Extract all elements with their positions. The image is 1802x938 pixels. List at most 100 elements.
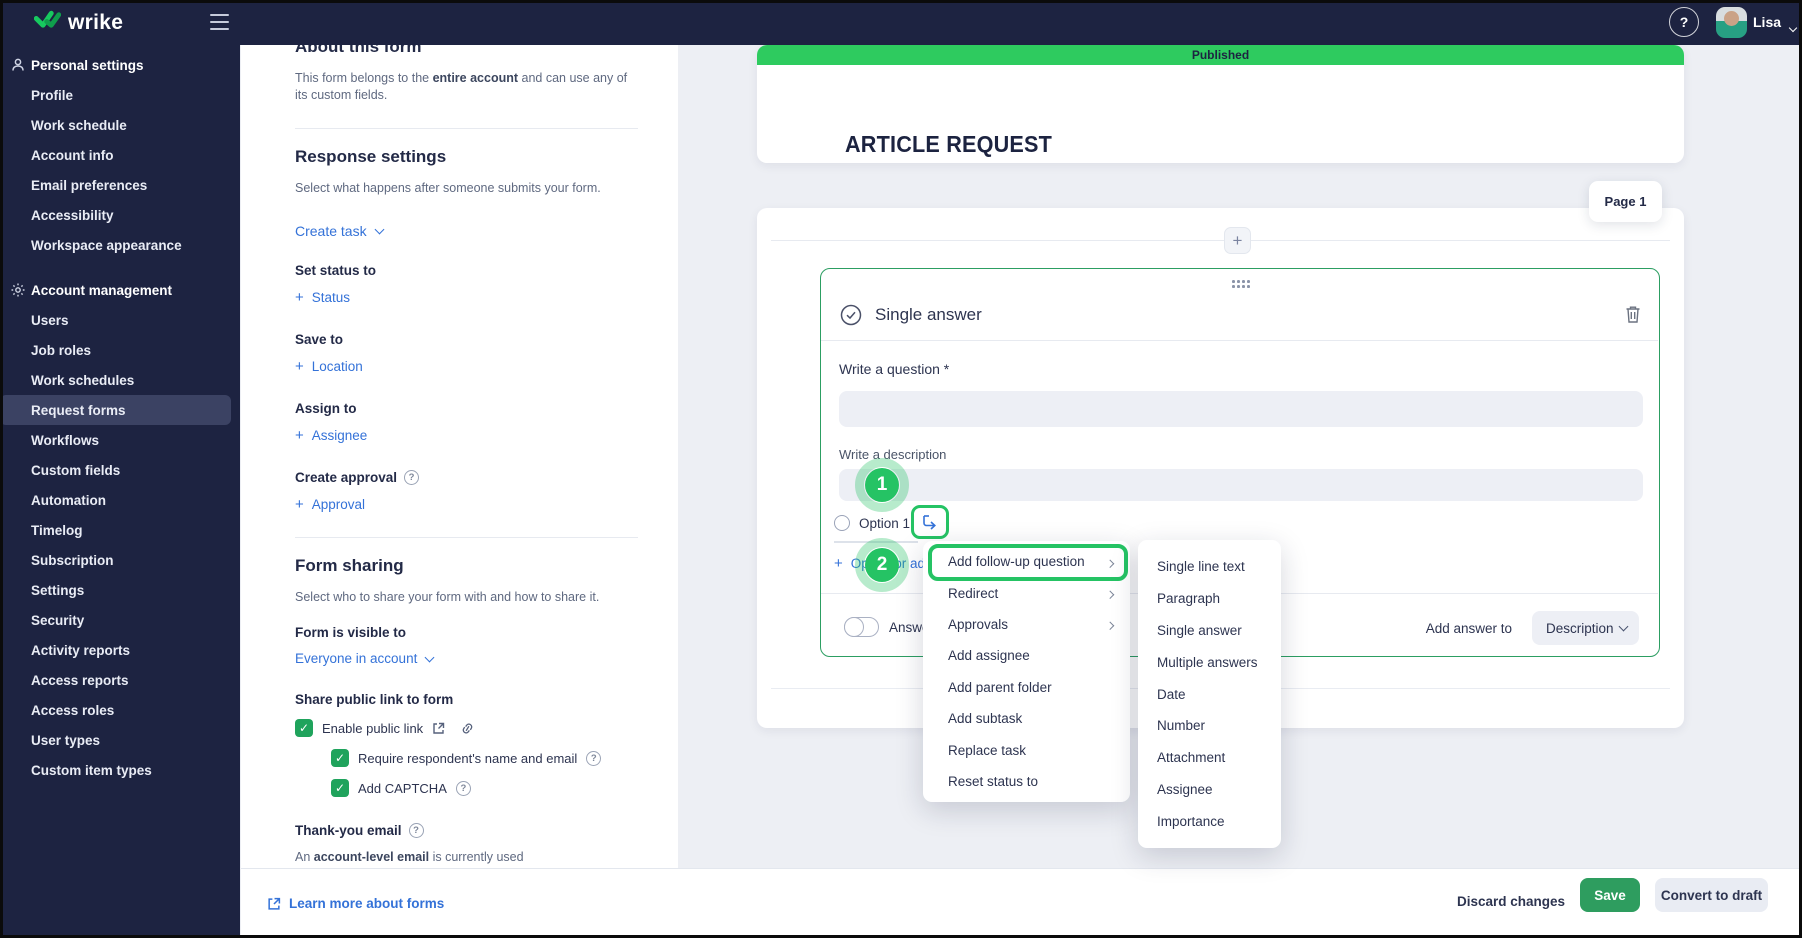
form-visibility-dropdown[interactable]: Everyone in account — [295, 651, 638, 666]
link-icon[interactable] — [460, 722, 475, 735]
enable-public-link-label: Enable public link — [322, 720, 424, 736]
submenu-item[interactable]: Importance — [1138, 805, 1281, 837]
submenu-item-label: Multiple answers — [1157, 654, 1258, 670]
person-icon — [12, 58, 24, 71]
submenu-item[interactable]: Assignee — [1138, 774, 1281, 806]
sidebar-item-label: Work schedule — [31, 117, 127, 133]
wrike-logo[interactable]: wrike — [33, 9, 123, 36]
convert-to-draft-button[interactable]: Convert to draft — [1655, 878, 1768, 912]
sidebar-item-label: Workspace appearance — [31, 237, 182, 253]
context-menu-item[interactable]: Add follow-up question — [923, 543, 1130, 582]
sidebar-item[interactable]: Custom fields — [0, 455, 231, 485]
sidebar-item[interactable]: Settings — [0, 575, 231, 605]
checkbox-checked[interactable]: ✓ — [331, 749, 349, 767]
page-chip[interactable]: Page 1 — [1589, 181, 1662, 222]
add-answer-to-dropdown[interactable]: Description — [1532, 611, 1639, 645]
context-menu-item[interactable]: Replace task — [923, 734, 1130, 765]
question-type-row: Single answer — [839, 303, 982, 327]
checkbox-checked[interactable]: ✓ — [331, 779, 349, 797]
sidebar-item[interactable]: Users — [0, 305, 231, 335]
sidebar-item[interactable]: Email preferences — [0, 170, 231, 200]
annotation-step-1: 1 — [855, 458, 909, 512]
user-menu[interactable]: Lisa — [1753, 14, 1781, 30]
sidebar-section-label: Account management — [31, 282, 173, 298]
sidebar-item[interactable]: Activity reports — [0, 635, 231, 665]
checkbox-checked[interactable]: ✓ — [295, 719, 313, 737]
context-menu-item[interactable]: Add assignee — [923, 640, 1130, 671]
trash-icon[interactable] — [1625, 305, 1641, 329]
sidebar-item[interactable]: Request forms — [0, 395, 231, 425]
context-menu-item[interactable]: Redirect — [923, 577, 1130, 608]
plus-icon: + — [295, 289, 304, 306]
sidebar-item[interactable]: Account info — [0, 140, 231, 170]
help-icon[interactable]: ? — [586, 750, 602, 766]
plus-icon: + — [834, 555, 843, 572]
sidebar-item[interactable]: Work schedule — [0, 110, 231, 140]
sidebar-item[interactable]: Access reports — [0, 665, 231, 695]
sidebar-item[interactable]: Timelog — [0, 515, 231, 545]
user-avatar[interactable] — [1716, 7, 1747, 38]
form-sharing-title: Form sharing — [295, 556, 404, 575]
create-task-dropdown[interactable]: Create task — [295, 223, 638, 239]
plus-icon: + — [1232, 230, 1243, 250]
response-settings-subtitle: Select what happens after someone submit… — [295, 181, 601, 195]
sidebar-item[interactable]: Profile — [0, 80, 231, 110]
follow-up-branch-icon[interactable] — [921, 514, 939, 530]
sidebar-item[interactable]: Automation — [0, 485, 231, 515]
form-settings-panel: About this form This form belongs to the… — [241, 45, 678, 868]
sidebar-item[interactable]: Work schedules — [0, 365, 231, 395]
add-status-button[interactable]: + Status — [295, 289, 638, 306]
submenu-item[interactable]: Attachment — [1138, 742, 1281, 774]
option-label: Option 1 — [859, 515, 911, 531]
add-assignee-button[interactable]: + Assignee — [295, 427, 638, 444]
description-input[interactable] — [839, 469, 1643, 501]
require-name-label: Require respondent's name and email — [358, 750, 578, 766]
sidebar-section-personal[interactable]: Personal settings — [0, 50, 240, 80]
save-button[interactable]: Save — [1580, 878, 1640, 912]
sidebar-item-label: User types — [31, 732, 101, 748]
add-approval-button[interactable]: + Approval — [295, 496, 638, 513]
published-label: Published — [1191, 48, 1250, 62]
help-icon[interactable]: ? — [455, 780, 471, 796]
sidebar-item-label: Account info — [31, 147, 114, 163]
form-visible-label: Form is visible to — [295, 625, 407, 640]
external-link-icon[interactable] — [432, 722, 445, 735]
question-input[interactable] — [839, 391, 1643, 427]
context-menu-item[interactable]: Add parent folder — [923, 672, 1130, 703]
sidebar-item[interactable]: Access roles — [0, 695, 231, 725]
drag-handle-icon[interactable] — [1232, 280, 1251, 288]
sidebar-item[interactable]: Custom item types — [0, 755, 231, 785]
create-approval-label: Create approval? — [295, 470, 638, 485]
gear-icon — [11, 283, 25, 297]
sidebar-item[interactable]: User types — [0, 725, 231, 755]
divider — [295, 128, 638, 129]
menu-hamburger-icon[interactable] — [210, 14, 229, 30]
submenu-item[interactable]: Number — [1138, 710, 1281, 742]
submenu-item[interactable]: Paragraph — [1138, 583, 1281, 615]
context-menu-item[interactable]: Reset status to — [923, 766, 1130, 797]
add-location-button[interactable]: + Location — [295, 358, 638, 375]
sidebar-item[interactable]: Workflows — [0, 425, 231, 455]
radio-icon[interactable] — [834, 515, 850, 531]
learn-more-link[interactable]: Learn more about forms — [267, 896, 444, 911]
mandatory-toggle[interactable] — [844, 616, 879, 637]
help-icon[interactable]: ? — [1669, 7, 1699, 37]
sidebar-item[interactable]: Subscription — [0, 545, 231, 575]
add-question-button[interactable]: + — [1224, 227, 1251, 254]
submenu-item[interactable]: Single answer — [1138, 615, 1281, 647]
submenu-item[interactable]: Date — [1138, 678, 1281, 710]
sidebar-item[interactable]: Job roles — [0, 335, 231, 365]
submenu-item[interactable]: Single line text — [1138, 551, 1281, 583]
help-icon[interactable]: ? — [404, 470, 420, 485]
annotation-step-2: 2 — [855, 538, 909, 592]
discard-changes-button[interactable]: Discard changes — [1457, 894, 1565, 909]
chevron-down-icon — [1788, 18, 1798, 36]
context-menu-item[interactable]: Add subtask — [923, 703, 1130, 734]
sidebar-item[interactable]: Workspace appearance — [0, 230, 231, 260]
sidebar-item[interactable]: Accessibility — [0, 200, 231, 230]
submenu-item[interactable]: Multiple answers — [1138, 646, 1281, 678]
sidebar-section-account[interactable]: Account management — [0, 275, 240, 305]
context-menu-item[interactable]: Approvals — [923, 609, 1130, 640]
help-icon[interactable]: ? — [408, 823, 424, 838]
sidebar-item[interactable]: Security — [0, 605, 231, 635]
